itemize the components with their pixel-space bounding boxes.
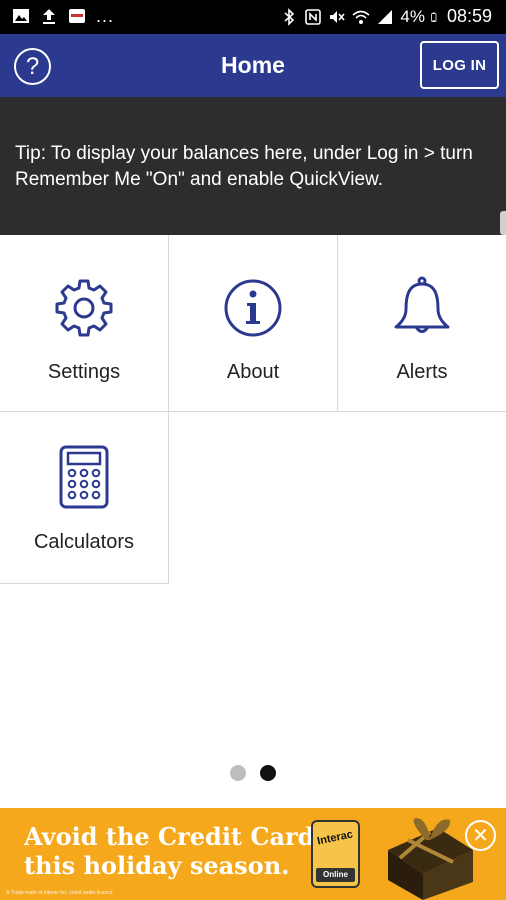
status-bar: ... 4% 08:59 bbox=[0, 0, 506, 34]
ad-headline: Avoid the Credit Card this holiday seaso… bbox=[24, 822, 314, 880]
ad-banner[interactable]: Avoid the Credit Card this holiday seaso… bbox=[0, 808, 506, 900]
tile-label: Alerts bbox=[396, 361, 448, 383]
mute-icon bbox=[330, 10, 345, 23]
ad-line-1: Avoid the Credit Card bbox=[24, 822, 315, 851]
tile-label: Settings bbox=[47, 361, 121, 383]
interac-logo-text: Interac bbox=[316, 828, 354, 848]
scroll-indicator bbox=[500, 211, 506, 235]
bluetooth-icon bbox=[284, 7, 295, 26]
signal-icon bbox=[378, 9, 393, 24]
bell-icon bbox=[394, 276, 450, 333]
system-icons: 4% 08:59 bbox=[280, 6, 492, 27]
interac-online-text: Online bbox=[316, 868, 355, 882]
notification-icons: ... bbox=[12, 7, 114, 25]
close-ad-button[interactable]: ✕ bbox=[465, 820, 496, 851]
interac-online-logo: Interac Online bbox=[311, 820, 360, 888]
ad-line-2: this holiday season. bbox=[24, 851, 290, 880]
tile-label: About bbox=[226, 361, 280, 383]
page-dot-1[interactable] bbox=[230, 765, 246, 781]
tip-text: Tip: To display your balances here, unde… bbox=[15, 143, 473, 190]
tip-banner: Tip: To display your balances here, unde… bbox=[0, 97, 506, 235]
info-icon bbox=[224, 279, 282, 337]
close-icon: ✕ bbox=[472, 825, 489, 847]
more-notifications-indicator: ... bbox=[96, 6, 115, 26]
page-dot-2-active[interactable] bbox=[260, 765, 276, 781]
gear-icon bbox=[55, 279, 113, 337]
app-icon bbox=[69, 9, 85, 23]
clock: 08:59 bbox=[446, 6, 492, 26]
calculator-icon bbox=[59, 445, 109, 509]
nfc-icon bbox=[305, 8, 322, 25]
tile-calculators[interactable]: Calculators bbox=[0, 412, 169, 584]
gift-box-icon bbox=[388, 818, 473, 900]
ad-fine-print: ® Trade-mark of Interac Inc. Used under … bbox=[6, 890, 114, 896]
image-icon bbox=[13, 9, 29, 23]
app-bar: ? Home LOG IN bbox=[0, 34, 506, 97]
tile-settings[interactable]: Settings bbox=[0, 235, 169, 412]
battery-icon bbox=[431, 12, 437, 22]
upload-icon bbox=[43, 9, 55, 24]
wifi-icon bbox=[352, 10, 370, 24]
tile-alerts[interactable]: Alerts bbox=[338, 235, 506, 412]
tile-label: Calculators bbox=[33, 531, 135, 553]
login-button[interactable]: LOG IN bbox=[420, 41, 499, 89]
battery-percent: 4% bbox=[400, 6, 425, 26]
tile-about[interactable]: About bbox=[169, 235, 338, 412]
